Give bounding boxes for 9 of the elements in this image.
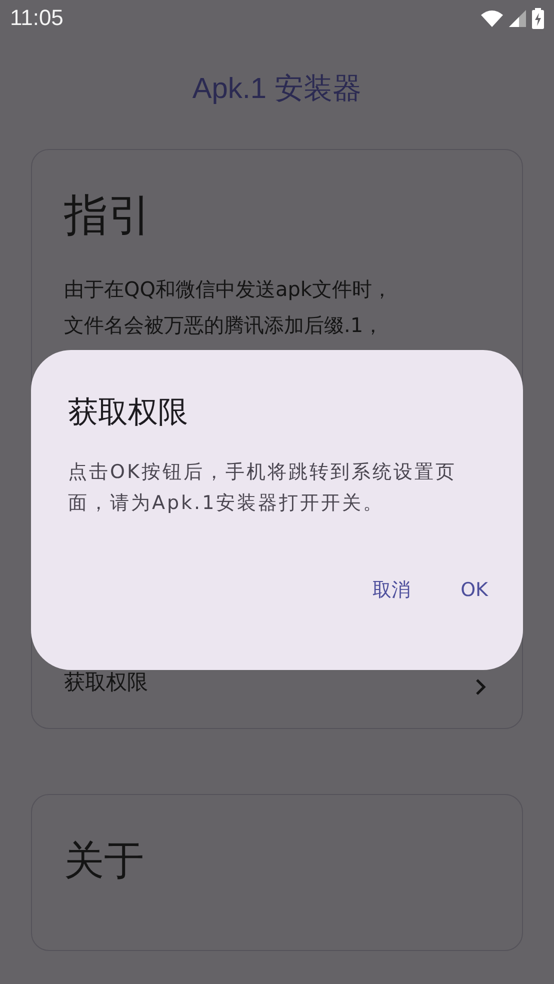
status-time: 11:05 [10,5,64,31]
guide-text: 文件名会被万恶的腾讯添加后缀.1， [64,312,384,339]
card-title: 指引 [64,189,153,243]
permission-label: 获取权限 [64,669,148,696]
guide-text: 由于在QQ和微信中发送apk文件时， [64,276,394,303]
dialog-title: 获取权限 [68,394,189,432]
dialog-message: 点击OK按钮后，手机将跳转到系统设置页面，请为Apk.1安装器打开开关。 [68,460,458,516]
app-title: Apk.1 安装器 [191,72,363,107]
card-title: 关于 [64,837,145,886]
